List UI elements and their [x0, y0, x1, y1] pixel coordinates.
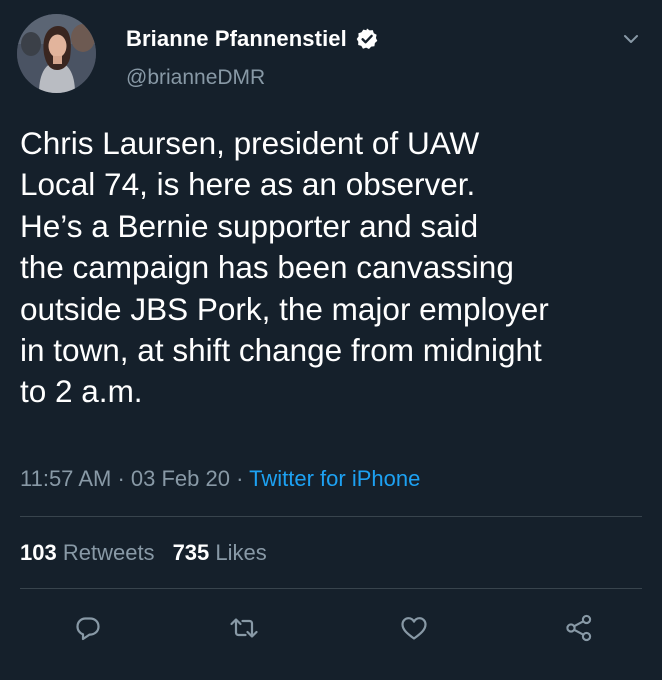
divider — [20, 588, 642, 589]
likes-count: 735 — [172, 540, 210, 565]
chevron-down-icon[interactable] — [622, 32, 640, 46]
likes-label: Likes — [215, 540, 267, 565]
tweet-stats: 103 Retweets 735 Likes — [20, 540, 267, 566]
share-button[interactable] — [557, 606, 601, 650]
meta-separator: · — [236, 466, 244, 491]
avatar[interactable] — [17, 14, 96, 93]
tweet-card: Brianne Pfannenstiel @brianneDMR Chris L… — [0, 0, 662, 680]
retweets-stat[interactable]: 103 Retweets — [20, 540, 155, 565]
avatar-photo — [17, 14, 96, 93]
verified-badge-icon — [356, 28, 378, 49]
likes-stat[interactable]: 735 Likes — [173, 540, 267, 565]
retweet-button[interactable] — [222, 606, 266, 650]
divider — [20, 516, 642, 517]
like-button[interactable] — [392, 606, 436, 650]
heart-icon — [401, 617, 427, 640]
meta-separator: · — [117, 466, 125, 491]
reply-icon — [76, 617, 100, 641]
tweet-meta: 11:57 AM · 03 Feb 20 · Twitter for iPhon… — [20, 466, 420, 492]
author-display-name[interactable]: Brianne Pfannenstiel — [126, 26, 347, 52]
author-handle[interactable]: @brianneDMR — [126, 66, 265, 90]
reply-button[interactable] — [66, 606, 110, 650]
author-name-row: Brianne Pfannenstiel — [126, 26, 379, 52]
action-bar — [0, 606, 662, 650]
retweet-icon — [230, 618, 258, 638]
tweet-client-link[interactable]: Twitter for iPhone — [249, 466, 420, 491]
tweet-text: Chris Laursen, president of UAW Local 74… — [20, 125, 549, 410]
tweet-date[interactable]: 03 Feb 20 — [131, 466, 230, 491]
tweet-time[interactable]: 11:57 AM — [20, 466, 111, 491]
share-icon — [566, 614, 592, 642]
retweets-label: Retweets — [62, 540, 155, 565]
retweets-count: 103 — [20, 540, 57, 565]
